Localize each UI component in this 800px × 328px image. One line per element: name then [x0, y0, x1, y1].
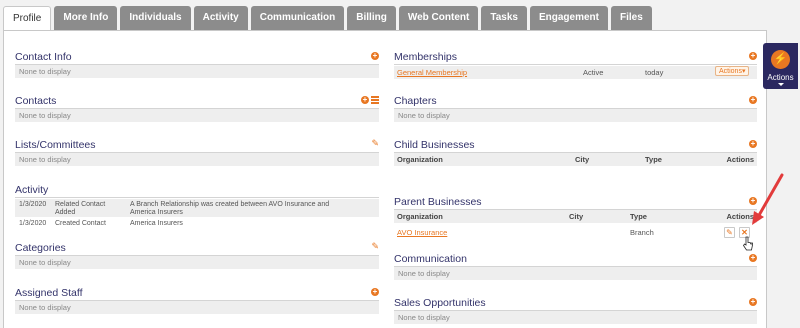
add-chapter-icon[interactable]: +: [749, 96, 757, 104]
contact-info-section: Contact Info + None to display: [15, 51, 379, 81]
section-title: Contact Info: [15, 51, 72, 63]
empty-message: None to display: [15, 109, 379, 122]
activity-type: Created Contact: [55, 220, 106, 227]
tab-more-info[interactable]: More Info: [54, 6, 118, 30]
section-title: Sales Opportunities: [394, 297, 486, 309]
empty-message: None to display: [394, 311, 757, 324]
edit-pencil-icon[interactable]: ✎: [724, 227, 735, 238]
actions-widget-label: Actions: [767, 73, 794, 82]
lists-committees-section: Lists/Committees ✎ None to display: [15, 139, 379, 169]
parent-businesses-section: Parent Businesses + Organization City Ty…: [394, 196, 757, 246]
sales-opportunities-section: Sales Opportunities + None to display: [394, 297, 757, 327]
section-title: Contacts: [15, 95, 57, 107]
empty-message: None to display: [394, 267, 757, 280]
communication-section: Communication + None to display: [394, 253, 757, 283]
parent-business-row: AVO Insurance Branch ✎ ✕: [394, 224, 757, 241]
activity-date: 1/3/2020: [19, 201, 47, 208]
mouse-pointer-icon: [743, 236, 753, 251]
activity-row: 1/3/2020 Created Contact America Insurer…: [15, 220, 379, 230]
contacts-section: Contacts + None to display: [15, 95, 379, 125]
column-header-organization: Organization: [397, 212, 443, 221]
section-title: Parent Businesses: [394, 196, 482, 208]
memberships-section: Memberships + General Membership Active …: [394, 51, 757, 81]
tab-engagement[interactable]: Engagement: [529, 6, 608, 30]
column-header-organization: Organization: [397, 155, 443, 164]
edit-pencil-icon[interactable]: ✎: [371, 242, 379, 251]
parent-business-link[interactable]: AVO Insurance: [397, 224, 447, 241]
membership-row: General Membership Active today Actions▾: [394, 66, 757, 79]
annotation-arrow: [752, 173, 784, 225]
empty-message: None to display: [15, 65, 379, 78]
section-title: Categories: [15, 242, 66, 254]
divider: [394, 64, 757, 65]
section-title: Lists/Committees: [15, 139, 96, 151]
tab-tasks[interactable]: Tasks: [481, 6, 527, 30]
tab-individuals[interactable]: Individuals: [120, 6, 191, 30]
parent-businesses-table-header: Organization City Type Actions: [394, 210, 757, 223]
section-title: Assigned Staff: [15, 287, 83, 299]
profile-panel: Contact Info + None to display Contacts …: [3, 30, 767, 328]
add-membership-icon[interactable]: +: [749, 52, 757, 60]
list-icon[interactable]: [371, 96, 379, 104]
tab-files[interactable]: Files: [610, 6, 652, 30]
actions-widget[interactable]: ⚡ Actions: [763, 43, 798, 89]
bolt-icon: ⚡: [771, 50, 790, 69]
section-title: Chapters: [394, 95, 437, 107]
add-staff-icon[interactable]: +: [371, 288, 379, 296]
column-header-city: City: [575, 155, 590, 164]
membership-date: today: [645, 68, 664, 77]
activity-description: A Branch Relationship was created betwee…: [130, 201, 330, 216]
empty-message: None to display: [15, 301, 379, 314]
edit-pencil-icon[interactable]: ✎: [371, 139, 379, 148]
add-contact-info-icon[interactable]: +: [371, 52, 379, 60]
child-businesses-table-header: Organization City Type Actions: [394, 153, 757, 166]
membership-status: Active: [583, 68, 604, 77]
membership-link[interactable]: General Membership: [397, 66, 467, 79]
tab-bar: Profile More Info Individuals Activity C…: [3, 6, 655, 30]
categories-section: Categories ✎ None to display: [15, 242, 379, 272]
chapters-section: Chapters + None to display: [394, 95, 757, 125]
add-sales-opportunity-icon[interactable]: +: [749, 298, 757, 306]
divider: [15, 197, 379, 198]
column-header-type: Type: [645, 155, 662, 164]
activity-description: America Insurers: [130, 220, 183, 227]
parent-business-type: Branch: [630, 228, 654, 237]
tab-billing[interactable]: Billing: [347, 6, 396, 30]
section-title: Memberships: [394, 51, 458, 63]
chevron-down-icon: [778, 83, 784, 86]
add-contact-icon[interactable]: +: [361, 96, 369, 104]
child-businesses-section: Child Businesses + Organization City Typ…: [394, 139, 757, 169]
column-header-actions: Actions: [726, 155, 754, 164]
add-child-business-icon[interactable]: +: [749, 140, 757, 148]
section-title: Child Businesses: [394, 139, 475, 151]
empty-message: None to display: [15, 153, 379, 166]
tab-communication[interactable]: Communication: [250, 6, 345, 30]
empty-message: None to display: [394, 109, 757, 122]
activity-type: Related Contact Added: [55, 201, 106, 216]
column-header-city: City: [569, 212, 584, 221]
activity-section: Activity 1/3/2020 Related Contact Added …: [15, 184, 379, 234]
section-title: Communication: [394, 253, 467, 265]
activity-row: 1/3/2020 Related Contact Added A Branch …: [15, 199, 379, 217]
assigned-staff-section: Assigned Staff + None to display: [15, 287, 379, 317]
section-title: Activity: [15, 184, 49, 196]
tab-profile[interactable]: Profile: [3, 6, 52, 30]
activity-date: 1/3/2020: [19, 220, 47, 227]
empty-message: None to display: [15, 256, 379, 269]
column-header-type: Type: [630, 212, 647, 221]
add-communication-icon[interactable]: +: [749, 254, 757, 262]
tab-activity[interactable]: Activity: [193, 6, 248, 30]
tab-web-content[interactable]: Web Content: [398, 6, 479, 30]
membership-actions-dropdown[interactable]: Actions▾: [715, 66, 750, 76]
